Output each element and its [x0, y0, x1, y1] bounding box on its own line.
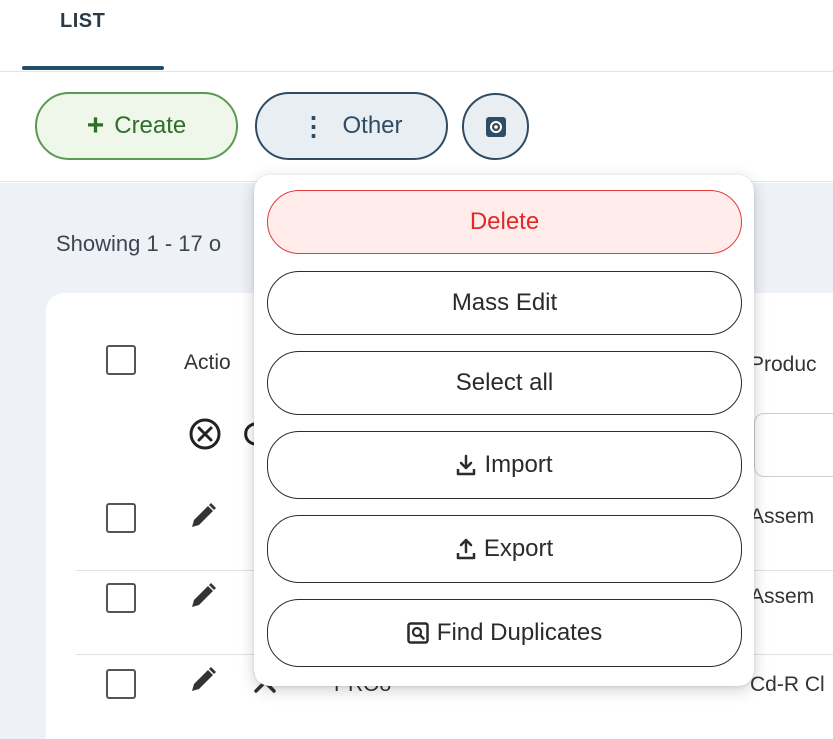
- row-product: Assem: [750, 585, 815, 608]
- menu-export-button[interactable]: Export: [267, 515, 742, 583]
- settings-icon: [485, 116, 506, 137]
- menu-select-all-button[interactable]: Select all: [267, 351, 742, 415]
- column-header-actions: Actio: [184, 351, 231, 374]
- menu-delete-button[interactable]: Delete: [267, 190, 742, 254]
- other-button-label: Other: [342, 112, 403, 139]
- edit-icon[interactable]: [188, 581, 218, 611]
- edit-icon[interactable]: [188, 501, 218, 531]
- showing-count: Showing 1 - 17 o: [56, 231, 222, 256]
- menu-export-label: Export: [483, 535, 554, 562]
- edit-icon[interactable]: [188, 665, 218, 695]
- menu-find-duplicates-label: Find Duplicates: [436, 619, 603, 646]
- clear-filters-icon[interactable]: [188, 417, 222, 451]
- column-header-product[interactable]: Produc: [750, 353, 817, 377]
- menu-mass-edit-button[interactable]: Mass Edit: [267, 271, 742, 335]
- tab-list[interactable]: LIST: [60, 10, 105, 33]
- export-icon: [456, 538, 476, 560]
- menu-import-button[interactable]: Import: [267, 431, 742, 499]
- other-actions-menu: Delete Mass Edit Select all Import Expor…: [254, 175, 754, 686]
- menu-mass-edit-label: Mass Edit: [451, 289, 558, 316]
- row-checkbox[interactable]: [106, 669, 136, 699]
- row-checkbox[interactable]: [106, 503, 136, 533]
- row-product: Cd-R Cl: [750, 673, 825, 696]
- menu-select-all-label: Select all: [455, 369, 554, 396]
- menu-import-label: Import: [484, 451, 553, 478]
- row-product: Assem: [750, 505, 815, 528]
- tab-bar: LIST: [0, 0, 833, 72]
- settings-button[interactable]: [462, 93, 529, 160]
- import-icon: [457, 454, 476, 476]
- menu-find-duplicates-button[interactable]: Find Duplicates: [267, 599, 742, 667]
- create-button-label: Create: [114, 112, 187, 139]
- select-all-checkbox[interactable]: [106, 345, 136, 375]
- create-button[interactable]: + Create: [35, 92, 238, 160]
- find-duplicates-icon: [407, 622, 429, 644]
- more-vertical-icon: ⋮: [300, 111, 327, 141]
- plus-icon: +: [86, 109, 105, 142]
- tab-active-indicator: [22, 66, 164, 70]
- product-filter-input[interactable]: [754, 413, 833, 477]
- menu-delete-label: Delete: [469, 208, 540, 235]
- toolbar: + Create ⋮ Other: [0, 72, 833, 182]
- row-checkbox[interactable]: [106, 583, 136, 613]
- other-button[interactable]: ⋮ Other: [255, 92, 448, 160]
